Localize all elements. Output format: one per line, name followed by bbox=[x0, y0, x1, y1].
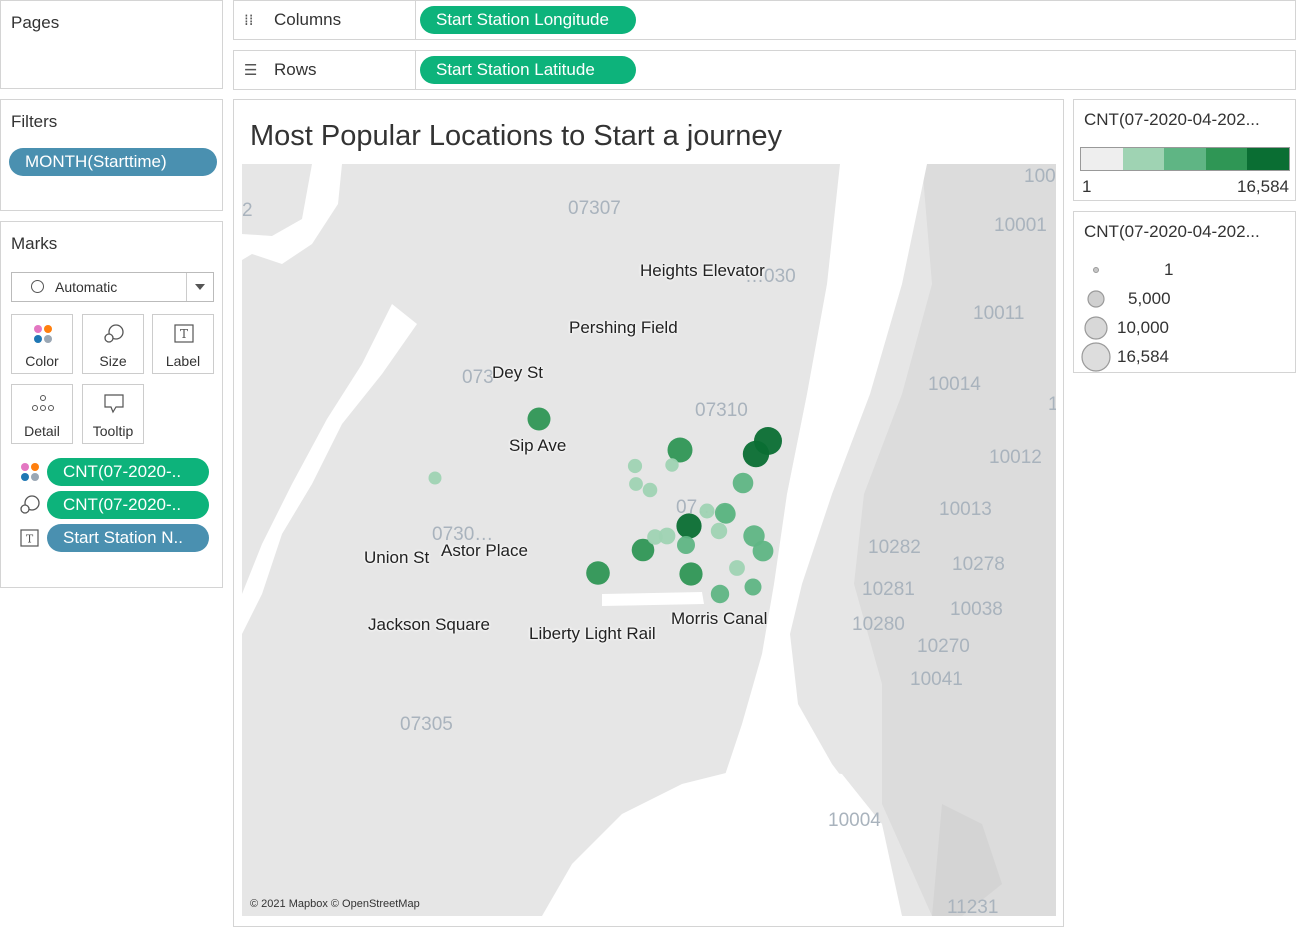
color-swatch bbox=[1164, 148, 1206, 170]
color-swatch bbox=[1205, 148, 1248, 170]
station-marker[interactable] bbox=[679, 562, 703, 586]
station-marker[interactable] bbox=[586, 561, 610, 585]
size-legend-title: CNT(07-2020-04-202... bbox=[1084, 222, 1260, 241]
detail-dots-icon bbox=[32, 395, 54, 411]
view-panel: Most Popular Locations to Start a journe… bbox=[233, 99, 1064, 927]
label-button[interactable]: T Label bbox=[152, 314, 214, 374]
size-circle bbox=[1093, 267, 1099, 273]
station-label-sip-ave: Sip Ave bbox=[509, 436, 567, 455]
color-dots-icon bbox=[34, 325, 52, 343]
marker-group bbox=[428, 407, 782, 604]
rows-label: Rows bbox=[274, 60, 317, 79]
station-marker[interactable] bbox=[428, 471, 442, 485]
marks-title: Marks bbox=[11, 234, 58, 253]
station-label-pershing-field: Pershing Field bbox=[569, 318, 678, 337]
size-button-label: Size bbox=[99, 353, 127, 369]
station-label-astor-place: Astor Place bbox=[441, 541, 528, 560]
svg-text:T: T bbox=[26, 533, 34, 546]
columns-pill[interactable]: Start Station Longitude bbox=[420, 6, 636, 34]
filters-title: Filters bbox=[11, 112, 58, 131]
label-t-icon: T bbox=[174, 324, 194, 343]
columns-label: Columns bbox=[274, 10, 342, 29]
color-legend-max: 16,584 bbox=[1237, 177, 1289, 196]
columns-shelf[interactable]: ⁞⁞ Columns Start Station Longitude bbox=[233, 0, 1296, 40]
station-marker[interactable] bbox=[647, 529, 663, 545]
tooltip-icon bbox=[104, 394, 124, 414]
detail-button[interactable]: Detail bbox=[11, 384, 73, 444]
marks-panel: Marks Automatic Color Size T Label Detai… bbox=[0, 221, 223, 588]
station-marker[interactable] bbox=[752, 540, 774, 562]
color-ramp bbox=[1080, 147, 1290, 171]
pages-title: Pages bbox=[11, 13, 60, 32]
station-marker[interactable] bbox=[742, 440, 770, 468]
size-legend-item: 5,000 bbox=[1128, 289, 1171, 308]
tooltip-button[interactable]: Tooltip bbox=[82, 384, 144, 444]
rows-shelf[interactable]: ☰ Rows Start Station Latitude bbox=[233, 50, 1296, 90]
station-marker[interactable] bbox=[732, 472, 754, 494]
station-marker[interactable] bbox=[627, 458, 643, 474]
mark-type-dropdown[interactable]: Automatic bbox=[11, 272, 214, 302]
size-circle bbox=[1087, 290, 1105, 308]
color-swatch bbox=[1081, 148, 1123, 170]
rows-pill[interactable]: Start Station Latitude bbox=[420, 56, 636, 84]
rows-shelf-label-area: ☰ Rows bbox=[234, 51, 416, 89]
size-circle bbox=[1081, 342, 1111, 372]
station-marker[interactable] bbox=[729, 560, 745, 576]
station-marker[interactable] bbox=[699, 503, 715, 519]
size-legend-item: 16,584 bbox=[1117, 347, 1169, 366]
filter-pill-month[interactable]: MONTH(Starttime) bbox=[9, 148, 217, 176]
view-title: Most Popular Locations to Start a journe… bbox=[250, 120, 782, 152]
columns-shelf-label-area: ⁞⁞ Columns bbox=[234, 1, 416, 39]
detail-button-label: Detail bbox=[24, 423, 60, 439]
color-legend-min: 1 bbox=[1082, 177, 1092, 196]
color-button[interactable]: Color bbox=[11, 314, 73, 374]
label-button-label: Label bbox=[165, 353, 201, 369]
color-legend-title: CNT(07-2020-04-202... bbox=[1084, 110, 1260, 129]
station-label-morris-canal: Morris Canal bbox=[671, 609, 768, 628]
station-marker[interactable] bbox=[676, 513, 702, 539]
station-marker[interactable] bbox=[710, 584, 730, 604]
color-swatch bbox=[1122, 148, 1165, 170]
label-t-icon: T bbox=[20, 529, 39, 547]
map-attribution[interactable]: © 2021 Mapbox © OpenStreetMap bbox=[250, 898, 420, 910]
station-marker[interactable] bbox=[665, 458, 679, 472]
map[interactable]: 07307 10001 10011 10014 07310 10012 1001… bbox=[242, 164, 1056, 916]
station-marker[interactable] bbox=[642, 482, 658, 498]
station-marker[interactable] bbox=[629, 477, 643, 491]
size-button[interactable]: Size bbox=[82, 314, 144, 374]
columns-icon: ⁞⁞ bbox=[244, 11, 254, 29]
size-circle bbox=[1084, 316, 1108, 340]
label-field-pill[interactable]: Start Station N.. bbox=[47, 524, 209, 552]
filters-panel: Filters MONTH(Starttime) bbox=[0, 99, 223, 211]
size-legend-item: 10,000 bbox=[1117, 318, 1169, 337]
color-field-pill[interactable]: CNT(07-2020-.. bbox=[47, 458, 209, 486]
chevron-down-icon[interactable] bbox=[195, 284, 205, 290]
station-marker[interactable] bbox=[744, 578, 762, 596]
rows-icon: ☰ bbox=[244, 61, 258, 79]
size-legend-item: 1 bbox=[1164, 260, 1174, 279]
station-label-union-st: Union St bbox=[364, 548, 430, 567]
color-dots-icon bbox=[21, 463, 39, 481]
tooltip-button-label: Tooltip bbox=[92, 423, 134, 439]
color-legend: CNT(07-2020-04-202... 1 16,584 bbox=[1073, 99, 1296, 201]
station-marker[interactable] bbox=[716, 504, 736, 524]
station-marker[interactable] bbox=[710, 522, 728, 540]
size-legend: CNT(07-2020-04-202... 1 5,000 10,000 16,… bbox=[1073, 211, 1296, 373]
station-marker[interactable] bbox=[677, 536, 695, 554]
size-field-pill[interactable]: CNT(07-2020-.. bbox=[47, 491, 209, 519]
pages-panel: Pages bbox=[0, 0, 223, 89]
station-label-liberty-light-rail: Liberty Light Rail bbox=[529, 624, 656, 643]
circle-icon bbox=[31, 280, 44, 293]
mark-type-value: Automatic bbox=[55, 279, 118, 295]
dropdown-divider bbox=[186, 273, 187, 301]
station-label-dey-st: Dey St bbox=[492, 363, 544, 382]
color-swatch bbox=[1247, 148, 1289, 170]
svg-text:T: T bbox=[180, 327, 188, 341]
station-label-jackson-square: Jackson Square bbox=[368, 615, 490, 634]
size-icon bbox=[20, 495, 40, 514]
station-marker[interactable] bbox=[527, 407, 551, 431]
size-icon bbox=[104, 324, 124, 343]
station-label-heights-elevator: Heights Elevator bbox=[640, 261, 765, 280]
color-button-label: Color bbox=[25, 353, 59, 369]
